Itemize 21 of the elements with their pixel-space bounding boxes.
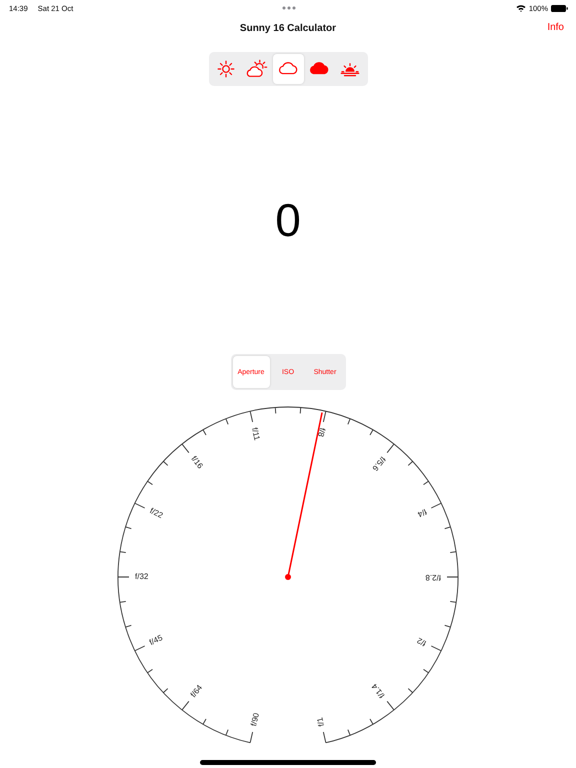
scale-label: f/32 — [135, 572, 148, 582]
scale-label: f/22 — [148, 506, 164, 520]
wifi-icon — [516, 4, 526, 12]
scale-label: f/90 — [249, 712, 261, 728]
sun-icon — [215, 58, 237, 80]
more-dots-icon — [282, 6, 296, 10]
scale-label: f/8 — [316, 426, 327, 438]
scale-label: f/4 — [416, 506, 428, 519]
weather-segment[interactable] — [272, 54, 304, 84]
scale-label: f/1 — [315, 716, 326, 728]
scale-label: f/11 — [250, 426, 262, 442]
scale-label: f/2 — [416, 636, 428, 648]
scale-label: f/2.8 — [425, 572, 441, 582]
screen-title: Sunny 16 Calculator — [240, 22, 336, 34]
result-value: 0 — [275, 193, 301, 247]
scale-label: f/45 — [148, 633, 164, 648]
scale-label: f/64 — [188, 683, 204, 700]
sun-behind-cloud-icon — [246, 58, 268, 80]
info-link[interactable]: Info — [547, 22, 564, 33]
scale-label: f/16 — [189, 454, 205, 470]
battery-icon — [551, 4, 568, 12]
